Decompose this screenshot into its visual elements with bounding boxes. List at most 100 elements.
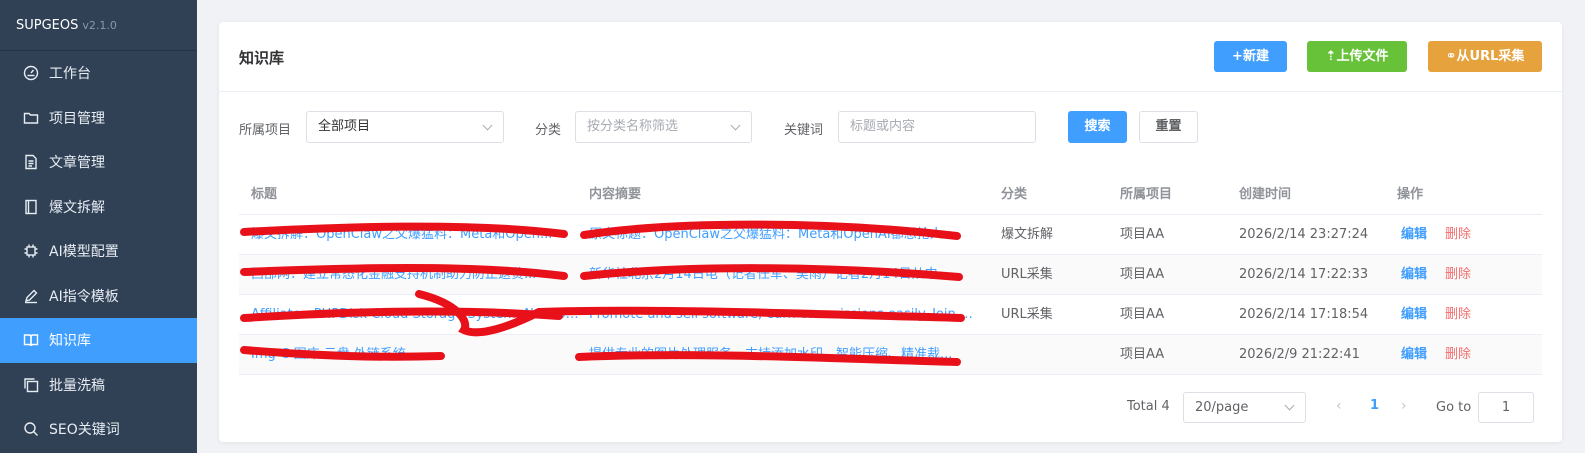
edit-button[interactable]: 编辑 (1401, 307, 1427, 322)
sidebar-item-projects[interactable]: 项目管理 (0, 96, 197, 141)
delete-button[interactable]: 删除 (1445, 267, 1471, 282)
row-category: URL采集 (1001, 307, 1053, 322)
row-project: 项目AA (1120, 307, 1165, 322)
sidebar-item-label: 项目管理 (49, 110, 105, 127)
cpu-icon (22, 242, 40, 260)
row-actions: 编辑 删除 (1397, 295, 1537, 335)
page-title: 知识库 (239, 49, 285, 67)
row-actions: 编辑 删除 (1397, 215, 1537, 255)
sidebar-item-breakdown[interactable]: 爆文拆解 (0, 185, 197, 230)
prev-page-button[interactable]: ‹ (1336, 398, 1342, 414)
keyword-input[interactable]: 标题或内容 (838, 111, 1036, 143)
row-summary: Promote and sell software, earn commissi… (589, 307, 979, 322)
chevron-down-icon (482, 120, 493, 131)
goto-page-input[interactable]: 1 (1478, 392, 1534, 423)
column-header-category: 分类 (1001, 187, 1028, 202)
link-icon: ⚭ (1445, 49, 1457, 64)
page-size-value: 20/page (1195, 400, 1249, 415)
row-category (1001, 335, 1111, 375)
sidebar-item-knowledge-base[interactable]: 知识库 (0, 318, 197, 363)
goto-label: Go to (1436, 400, 1472, 415)
collect-from-url-label: 从URL采集 (1456, 49, 1525, 64)
row-title-link[interactable]: 爆文拆解：OpenClaw之父爆猛料：Meta和Open... (251, 215, 581, 255)
row-created: 2026/2/14 17:18:54 (1239, 307, 1369, 322)
row-actions: 编辑 删除 (1397, 335, 1537, 375)
row-project: 项目AA (1120, 347, 1165, 362)
table-row: Img-C 图床 云盘 外链系统 提供专业的图片处理服务，支持添加水印、智能压缩… (239, 335, 1542, 375)
reset-button[interactable]: 重置 (1139, 111, 1198, 143)
row-created: 2026/2/14 17:22:33 (1239, 267, 1369, 282)
sidebar-item-ai-prompts[interactable]: AI指令模板 (0, 274, 197, 319)
table-header: 标题 内容摘要 分类 所属项目 创建时间 操作 (239, 175, 1542, 215)
row-summary: 新华社北京2月14日电（记者任军、吴雨）记者2月14日从中... (589, 267, 951, 282)
project-filter-label: 所属项目 (239, 123, 292, 138)
row-title-link[interactable]: Img-C 图床 云盘 外链系统 (251, 335, 581, 375)
pagination-total: Total 4 (1127, 399, 1170, 414)
chevron-down-icon (1284, 400, 1295, 411)
document-icon (22, 153, 40, 171)
keyword-filter-label: 关键词 (784, 123, 824, 138)
new-button[interactable]: +新建 (1214, 41, 1287, 72)
search-icon (22, 420, 40, 438)
upload-file-label: 上传文件 (1336, 49, 1389, 64)
sidebar-item-batch-rewrite[interactable]: 批量洗稿 (0, 363, 197, 408)
row-category: 爆文拆解 (1001, 227, 1054, 242)
sidebar-item-articles[interactable]: 文章管理 (0, 140, 197, 185)
card-header: 知识库 +新建 ⇡上传文件 ⚭从URL采集 (219, 22, 1562, 92)
column-header-title: 标题 (251, 187, 278, 202)
upload-icon: ⇡ (1325, 49, 1337, 64)
table-row: Affiliate - PHPDisk Cloud Storage System… (239, 295, 1542, 335)
sidebar-item-seo-keywords[interactable]: SEO关键词 (0, 407, 197, 452)
edit-button[interactable]: 编辑 (1401, 347, 1427, 362)
row-summary: 原文标题：OpenClaw之父爆猛料：Meta和OpenAI都想抢人... (589, 227, 956, 242)
column-header-project: 所属项目 (1120, 187, 1173, 202)
pen-icon (22, 287, 40, 305)
category-select-placeholder: 按分类名称筛选 (587, 119, 679, 134)
knowledge-base-card: 知识库 +新建 ⇡上传文件 ⚭从URL采集 所属项目 全部项目 分类 按分类名称… (219, 22, 1562, 442)
brand: SUPGEOS v2.1.0 (0, 0, 197, 51)
brand-version: v2.1.0 (82, 19, 117, 32)
delete-button[interactable]: 删除 (1445, 227, 1471, 242)
category-filter-label: 分类 (535, 123, 562, 138)
edit-button[interactable]: 编辑 (1401, 267, 1427, 282)
row-title-link[interactable]: Affiliate - PHPDisk Cloud Storage System… (251, 295, 581, 335)
table-row: 西部网：建立常态化金融支持机制助力防止返贫... 新华社北京2月14日电（记者任… (239, 255, 1542, 295)
upload-file-button[interactable]: ⇡上传文件 (1307, 41, 1407, 72)
dashboard-icon (22, 64, 40, 82)
project-select[interactable]: 全部项目 (306, 111, 504, 143)
row-project: 项目AA (1120, 227, 1165, 242)
page-size-select[interactable]: 20/page (1183, 392, 1306, 423)
column-header-summary: 内容摘要 (589, 187, 642, 202)
row-category: URL采集 (1001, 267, 1053, 282)
delete-button[interactable]: 删除 (1445, 307, 1471, 322)
delete-button[interactable]: 删除 (1445, 347, 1471, 362)
next-page-button[interactable]: › (1401, 398, 1407, 414)
row-title-link[interactable]: 西部网：建立常态化金融支持机制助力防止返贫... (251, 255, 581, 295)
sidebar-item-label: 文章管理 (49, 155, 105, 172)
sidebar-item-label: SEO关键词 (49, 422, 120, 439)
sidebar-item-label: 知识库 (49, 333, 91, 350)
sidebar: SUPGEOS v2.1.0 工作台 项目管理 文章管理 爆文拆解 AI模型配置 … (0, 0, 197, 453)
search-button[interactable]: 搜索 (1068, 111, 1127, 143)
knowledge-table: 标题 内容摘要 分类 所属项目 创建时间 操作 爆文拆解：OpenClaw之父爆… (239, 175, 1542, 375)
column-header-actions: 操作 (1397, 187, 1424, 202)
row-project: 项目AA (1120, 267, 1165, 282)
sidebar-item-label: AI指令模板 (49, 288, 119, 305)
copy-icon (22, 376, 40, 394)
page-number-current[interactable]: 1 (1370, 398, 1379, 413)
column-header-created: 创建时间 (1239, 187, 1292, 202)
sidebar-item-dashboard[interactable]: 工作台 (0, 51, 197, 96)
category-select[interactable]: 按分类名称筛选 (575, 111, 752, 143)
row-actions: 编辑 删除 (1397, 255, 1537, 295)
chevron-down-icon (730, 120, 741, 131)
row-summary: 提供专业的图片处理服务，支持添加水印、智能压缩、精准裁... (589, 347, 953, 362)
folder-icon (22, 109, 40, 127)
sidebar-item-label: 工作台 (49, 66, 91, 83)
collect-from-url-button[interactable]: ⚭从URL采集 (1428, 41, 1542, 72)
sidebar-item-ai-models[interactable]: AI模型配置 (0, 229, 197, 274)
edit-button[interactable]: 编辑 (1401, 227, 1427, 242)
keyword-input-placeholder: 标题或内容 (850, 119, 916, 134)
row-created: 2026/2/14 23:27:24 (1239, 227, 1369, 242)
row-created: 2026/2/9 21:22:41 (1239, 347, 1360, 362)
sidebar-item-label: 批量洗稿 (49, 377, 105, 394)
